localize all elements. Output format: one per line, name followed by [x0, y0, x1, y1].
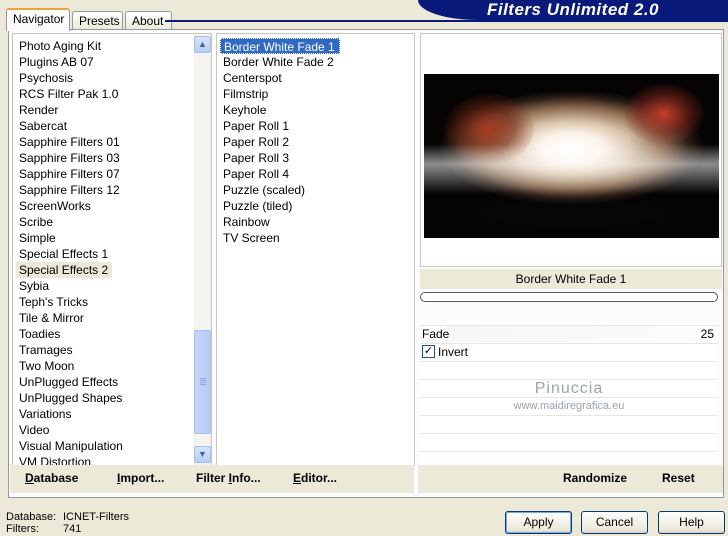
category-scrollbar[interactable]: ▲ ▼: [194, 34, 211, 465]
category-item[interactable]: Plugins AB 07: [16, 55, 94, 69]
banner-underline: [165, 20, 728, 22]
category-item[interactable]: Toadies: [16, 327, 60, 341]
cancel-button[interactable]: Cancel: [581, 511, 648, 534]
param-row-empty: [420, 415, 718, 432]
fade-label: Fade: [422, 327, 450, 341]
progress-bar: [420, 292, 718, 302]
filter-item[interactable]: TV Screen: [220, 231, 280, 245]
watermark-url: www.maidiregrafica.eu: [513, 400, 625, 412]
reset-button[interactable]: Reset: [662, 471, 695, 485]
filter-item[interactable]: Paper Roll 4: [220, 167, 289, 181]
editor-button[interactable]: Editor...: [293, 471, 337, 485]
preview-pane: [420, 33, 722, 267]
filter-item[interactable]: Filmstrip: [220, 87, 268, 101]
category-items: Photo Aging Kit Plugins AB 07 Psychosis RCS…: [16, 38, 194, 470]
category-item[interactable]: Sapphire Filters 01: [16, 135, 120, 149]
scroll-up-button[interactable]: ▲: [194, 36, 211, 53]
scroll-down-button[interactable]: ▼: [194, 446, 211, 463]
filter-item[interactable]: Rainbow: [220, 215, 270, 229]
filter-item[interactable]: Border White Fade 1: [220, 38, 340, 54]
filter-item[interactable]: Border White Fade 2: [220, 55, 334, 69]
filter-item[interactable]: Puzzle (scaled): [220, 183, 305, 197]
apply-button[interactable]: Apply: [505, 511, 572, 534]
category-item[interactable]: Render: [16, 103, 58, 117]
category-item[interactable]: Visual Manipulation: [16, 439, 123, 453]
import-button[interactable]: Import...: [117, 471, 164, 485]
category-item[interactable]: Sapphire Filters 07: [16, 167, 120, 181]
filter-items: Border White Fade 1 Border White Fade 2 Ce…: [220, 38, 410, 246]
database-button[interactable]: Database: [25, 471, 78, 485]
preview-image: [424, 74, 719, 238]
tab-navigator[interactable]: Navigator: [6, 8, 70, 31]
category-item[interactable]: Photo Aging Kit: [16, 39, 101, 53]
filter-item[interactable]: Puzzle (tiled): [220, 199, 292, 213]
category-item[interactable]: Psychosis: [16, 71, 73, 85]
navigator-panel: Photo Aging Kit Plugins AB 07 Psychosis RCS…: [8, 29, 724, 498]
database-value: ICNET-Filters: [63, 511, 129, 523]
watermark-name: Pinuccia: [534, 380, 604, 397]
category-item[interactable]: ScreenWorks: [16, 199, 91, 213]
param-row-empty: [420, 361, 718, 378]
category-item[interactable]: Sapphire Filters 12: [16, 183, 120, 197]
app-title-banner: Filters Unlimited 2.0: [418, 0, 728, 20]
category-item[interactable]: Tile & Mirror: [16, 311, 84, 325]
fade-value: 25: [700, 327, 714, 341]
category-item[interactable]: Sybia: [16, 279, 49, 293]
filter-info-button[interactable]: Filter Info...: [196, 471, 261, 485]
category-item[interactable]: RCS Filter Pak 1.0: [16, 87, 118, 101]
category-item[interactable]: Sabercat: [16, 119, 67, 133]
filter-list[interactable]: Border White Fade 1 Border White Fade 2 Ce…: [216, 33, 415, 466]
filter-item[interactable]: Paper Roll 2: [220, 135, 289, 149]
category-item[interactable]: Simple: [16, 231, 56, 245]
fade-slider[interactable]: Fade 25: [420, 325, 718, 342]
category-item[interactable]: Video: [16, 423, 49, 437]
randomize-button[interactable]: Randomize: [563, 471, 627, 485]
database-label: Database:: [6, 511, 57, 523]
invert-row: ✓ Invert: [420, 343, 718, 360]
filter-item[interactable]: Keyhole: [220, 103, 266, 117]
category-item[interactable]: UnPlugged Shapes: [16, 391, 122, 405]
category-item[interactable]: Special Effects 2: [16, 262, 113, 278]
filter-item[interactable]: Centerspot: [220, 71, 282, 85]
filters-count-label: Filters:: [6, 523, 39, 535]
filter-item[interactable]: Paper Roll 3: [220, 151, 289, 165]
list-actions-bar: Database Import... Filter Info... Editor…: [10, 465, 414, 493]
category-item[interactable]: Teph's Tricks: [16, 295, 88, 309]
selected-filter-title: Border White Fade 1: [420, 269, 722, 289]
help-button[interactable]: Help: [658, 511, 725, 534]
scroll-thumb[interactable]: [194, 330, 211, 434]
category-item[interactable]: Tramages: [16, 343, 73, 357]
category-item[interactable]: Sapphire Filters 03: [16, 151, 120, 165]
category-item[interactable]: UnPlugged Effects: [16, 375, 118, 389]
category-item[interactable]: Variations: [16, 407, 71, 421]
category-item[interactable]: Two Moon: [16, 359, 74, 373]
tab-presets[interactable]: Presets: [72, 11, 123, 30]
category-item[interactable]: Special Effects 1: [16, 247, 108, 261]
category-item[interactable]: Scribe: [16, 215, 53, 229]
param-row-empty: [420, 433, 718, 450]
filters-count-value: 741: [63, 523, 82, 535]
invert-checkbox[interactable]: ✓: [422, 345, 435, 358]
invert-label: Invert: [438, 345, 469, 359]
filter-item[interactable]: Paper Roll 1: [220, 119, 289, 133]
preview-actions-bar: Randomize Reset: [418, 465, 723, 493]
category-list[interactable]: Photo Aging Kit Plugins AB 07 Psychosis RCS…: [12, 33, 212, 469]
